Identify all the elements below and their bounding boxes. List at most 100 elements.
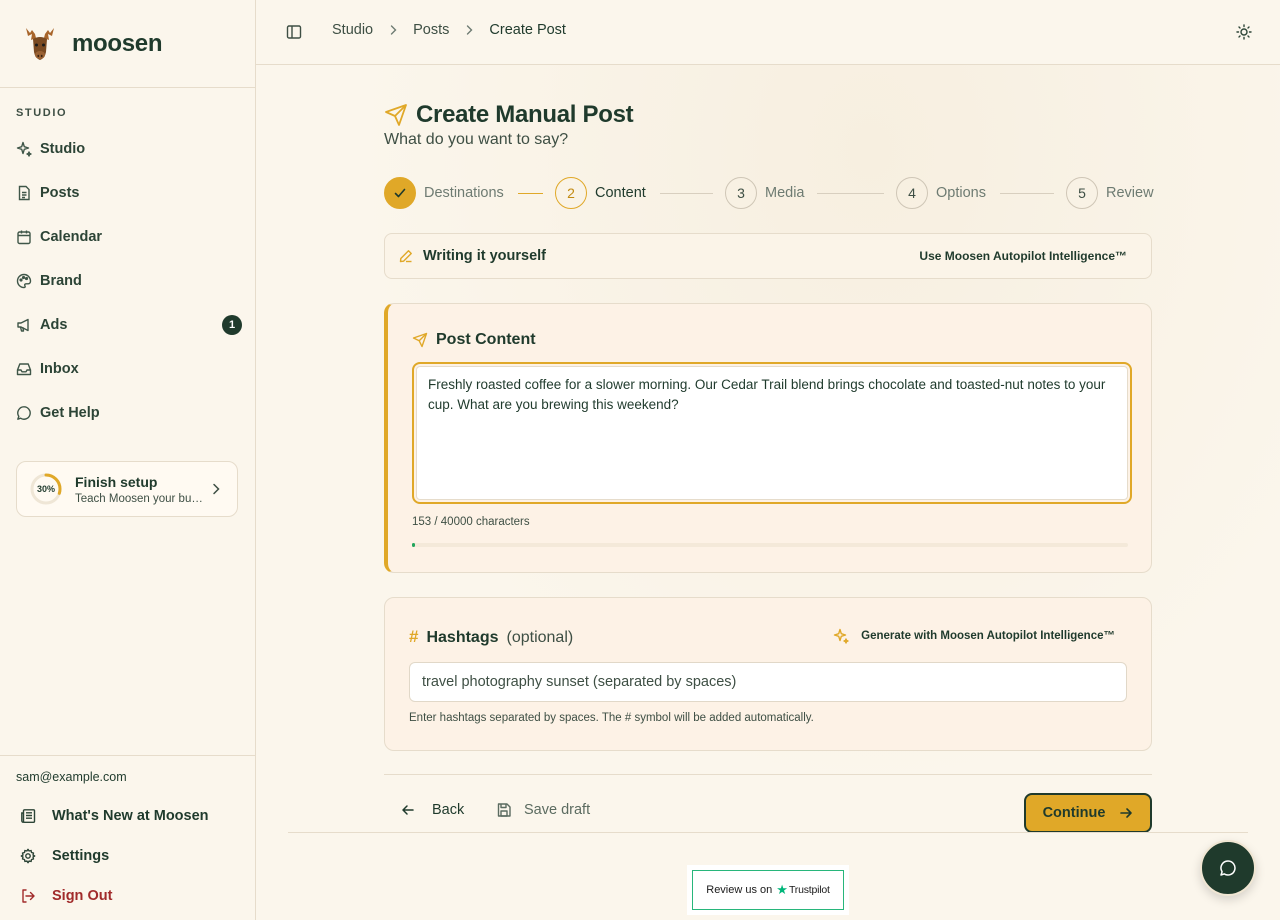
generate-hashtags-label: Generate with Moosen Autopilot Intellige… [861, 630, 1115, 642]
breadcrumb-posts[interactable]: Posts [413, 22, 449, 38]
generate-hashtags-button[interactable]: Generate with Moosen Autopilot Intellige… [833, 628, 1115, 644]
palette-icon [16, 273, 32, 289]
step-connector [817, 193, 884, 194]
actions-divider [384, 774, 1152, 775]
calendar-icon [17, 230, 31, 245]
hash-icon: # [409, 627, 419, 646]
step-label: Content [595, 185, 646, 201]
sidebar-item-studio[interactable]: Studio [0, 127, 255, 171]
arrow-right-icon [1120, 808, 1133, 818]
step-circle: 3 [725, 177, 757, 209]
sidebar-item-label: Studio [40, 141, 86, 157]
step-connector [1000, 193, 1054, 194]
sidebar-item-ads[interactable]: Ads 1 [0, 303, 255, 347]
use-autopilot-button[interactable]: Use Moosen Autopilot Intelligence™ [919, 249, 1127, 263]
star-icon: ★ [776, 882, 788, 897]
send-icon [412, 332, 428, 348]
step-label: Options [936, 185, 986, 201]
trustpilot-prefix: Review us on [706, 884, 773, 896]
sidebar-toggle-icon[interactable] [286, 24, 302, 40]
moose-logo-icon [26, 27, 54, 60]
step-circle [384, 177, 416, 209]
newspaper-icon [21, 809, 36, 823]
sidebar-item-calendar[interactable]: Calendar [0, 215, 255, 259]
breadcrumb-studio[interactable]: Studio [332, 22, 373, 38]
setup-progress-ring: 30% [29, 472, 63, 506]
top-header: Studio Posts Create Post [256, 0, 1280, 65]
send-icon [385, 104, 407, 126]
ads-count-badge: 1 [222, 315, 242, 335]
inbox-icon [16, 363, 32, 376]
post-content-textarea[interactable]: Freshly roasted coffee for a slower morn… [412, 362, 1132, 504]
step-label: Media [765, 185, 805, 201]
continue-label: Continue [1042, 805, 1106, 821]
save-draft-button[interactable]: Save draft [496, 802, 590, 818]
file-text-icon [18, 185, 30, 201]
megaphone-icon [17, 318, 29, 332]
sidebar-item-get-help[interactable]: Get Help [0, 391, 255, 435]
user-email: sam@example.com [16, 770, 127, 784]
back-button[interactable]: Back [400, 802, 464, 818]
setup-progress-label: 30% [36, 484, 55, 494]
sidebar-item-inbox[interactable]: Inbox [0, 347, 255, 391]
pencil-icon [399, 250, 412, 263]
sidebar-item-brand[interactable]: Brand [0, 259, 255, 303]
step-label: Destinations [424, 185, 504, 201]
step-circle: 2 [555, 177, 587, 209]
hashtags-input[interactable]: travel photography sunset (separated by … [409, 662, 1127, 702]
breadcrumb: Studio Posts Create Post [332, 22, 566, 38]
sidebar-item-label: Brand [40, 273, 82, 289]
check-icon [394, 188, 406, 198]
post-content-card: Post Content Freshly roasted coffee for … [384, 303, 1152, 573]
brand-name: moosen [72, 29, 163, 57]
sun-icon[interactable] [1236, 24, 1252, 40]
sidebar-nav: Studio Posts Calendar Brand Ads 1 Inbox … [0, 127, 255, 435]
setup-subtitle: Teach Moosen your business [75, 492, 205, 505]
step-content[interactable]: 2 Content [555, 177, 646, 209]
sidebar-item-label: Posts [40, 185, 80, 201]
page-subtitle: What do you want to say? [384, 131, 569, 148]
page-heading: Create Manual Post [384, 101, 634, 129]
writing-mode-bar: Writing it yourself Use Moosen Autopilot… [384, 233, 1152, 279]
sidebar-footer: sam@example.com What's New at Moosen Set… [0, 755, 255, 916]
step-options[interactable]: 4 Options [896, 177, 986, 209]
step-connector [518, 193, 543, 194]
finish-setup-card[interactable]: 30% Finish setup Teach Moosen your busin… [16, 461, 238, 517]
chevron-right-icon [213, 483, 220, 495]
sign-out-label: Sign Out [52, 888, 113, 904]
trustpilot-review-badge[interactable]: Review us on ★ Trustpilot [687, 865, 849, 915]
save-icon [497, 803, 511, 817]
sidebar-item-label: Inbox [40, 361, 79, 377]
step-review[interactable]: 5 Review [1066, 177, 1154, 209]
step-circle: 5 [1066, 177, 1098, 209]
footer-divider [288, 832, 1248, 833]
chat-launcher-button[interactable] [1200, 840, 1256, 896]
log-out-icon [22, 889, 35, 903]
settings-link[interactable]: Settings [0, 836, 255, 876]
step-media[interactable]: 3 Media [725, 177, 805, 209]
hashtags-help-text: Enter hashtags separated by spaces. The … [409, 712, 814, 724]
sidebar: moosen STUDIO Studio Posts Calendar Bran… [0, 0, 256, 920]
sidebar-item-label: Ads [40, 317, 68, 333]
step-indicator: Destinations 2 Content 3 Media 4 Options… [384, 177, 1154, 209]
sidebar-item-posts[interactable]: Posts [0, 171, 255, 215]
trustpilot-brand: Trustpilot [788, 884, 830, 896]
sidebar-item-label: Get Help [40, 405, 100, 421]
page-title: Create Manual Post [416, 101, 634, 128]
character-progress-bar [412, 543, 1128, 547]
chevron-right-icon [390, 25, 397, 35]
gear-icon [20, 848, 36, 864]
character-progress-fill [412, 543, 415, 547]
continue-button[interactable]: Continue [1024, 793, 1152, 833]
step-destinations[interactable]: Destinations [384, 177, 504, 209]
logo[interactable]: moosen [0, 0, 255, 88]
chevron-right-icon [467, 25, 473, 35]
section-label: STUDIO [16, 107, 68, 119]
whats-new-link[interactable]: What's New at Moosen [0, 796, 255, 836]
sign-out-button[interactable]: Sign Out [0, 876, 255, 916]
sidebar-item-label: Calendar [40, 229, 103, 245]
post-content-title: Post Content [436, 331, 536, 348]
setup-title: Finish setup [75, 473, 158, 490]
message-circle-icon [17, 406, 31, 420]
hashtags-card: # Hashtags (optional) Generate with Moos… [384, 597, 1152, 751]
